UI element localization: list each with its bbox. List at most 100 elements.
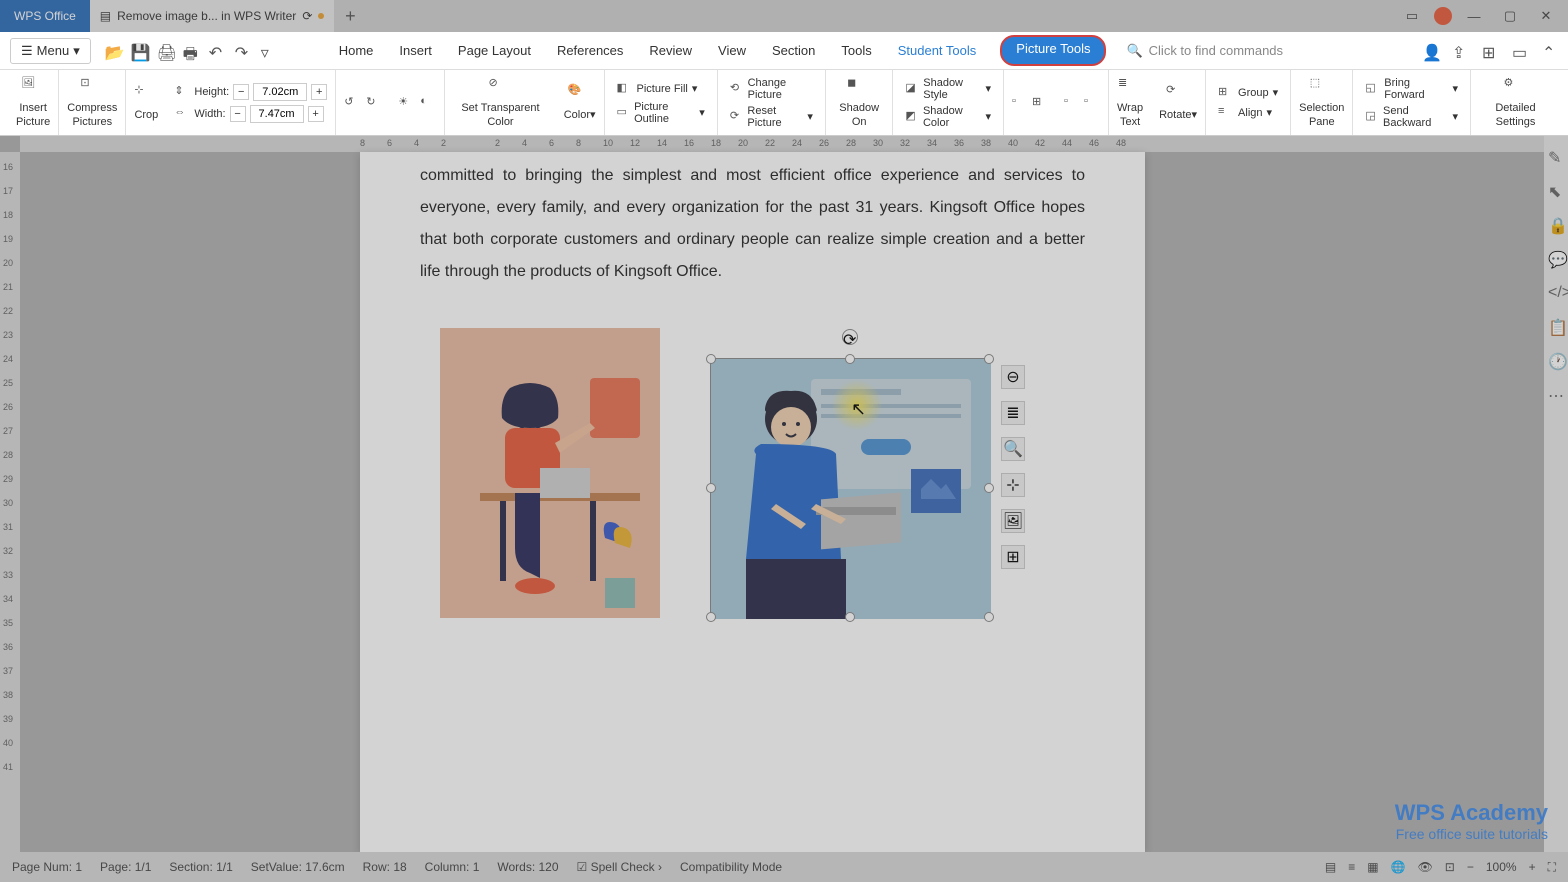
float-tool-more[interactable]: ⊞ — [1001, 545, 1025, 569]
width-decrease[interactable]: − — [230, 106, 246, 122]
nudge-right-icon[interactable]: ▫ — [1084, 95, 1100, 111]
account-icon[interactable]: 👤 — [1422, 43, 1438, 59]
tab-view[interactable]: View — [716, 35, 748, 66]
nudge-up-icon[interactable]: ▫ — [1012, 95, 1028, 111]
width-input[interactable] — [250, 105, 304, 123]
sidebar-lock-icon[interactable]: 🔒 — [1548, 216, 1564, 232]
status-compat-mode[interactable]: Compatibility Mode — [680, 860, 782, 874]
rotate-button[interactable]: ⟳ Rotate▾ — [1151, 70, 1206, 135]
status-section[interactable]: Section: 1/1 — [169, 860, 232, 874]
sidebar-select-icon[interactable]: ⬉ — [1548, 182, 1564, 198]
send-backward-button[interactable]: ◲Send Backward▾ — [1361, 103, 1462, 131]
tab-references[interactable]: References — [555, 35, 625, 66]
tab-tools[interactable]: Tools — [839, 35, 873, 66]
print-icon[interactable]: 🖨 — [157, 43, 173, 59]
reset-picture-button[interactable]: ⟳Reset Picture▾ — [726, 103, 817, 131]
rotate-right-icon[interactable]: ↻ — [366, 95, 382, 111]
resize-handle-n[interactable] — [845, 354, 855, 364]
close-button[interactable]: ✕ — [1532, 8, 1560, 24]
picture-outline-button[interactable]: ▭Picture Outline▾ — [613, 99, 709, 127]
insert-picture-button[interactable]: 🖼 Insert Picture — [8, 70, 59, 135]
vertical-ruler[interactable]: 1617181920212223242526272829303132333435… — [0, 152, 20, 852]
tab-picture-tools[interactable]: Picture Tools — [1000, 35, 1106, 66]
document-tab[interactable]: ▤ Remove image b... in WPS Writer ⟳ — [90, 0, 335, 32]
minimize-button[interactable]: — — [1460, 9, 1488, 24]
zoom-out-button[interactable]: − — [1467, 860, 1474, 874]
resize-handle-sw[interactable] — [706, 612, 716, 622]
status-words[interactable]: Words: 120 — [497, 860, 558, 874]
view-eye-icon[interactable]: 👁 — [1418, 860, 1433, 874]
shadow-on-button[interactable]: ◼ Shadow On — [826, 70, 893, 135]
selection-pane-button[interactable]: ⬚ Selection Pane — [1291, 70, 1353, 135]
status-row[interactable]: Row: 18 — [363, 860, 407, 874]
view-outline-icon[interactable]: ≡ — [1348, 860, 1355, 874]
zoom-fit-icon[interactable]: ⊡ — [1445, 860, 1455, 874]
document-page[interactable]: committed to bringing the simplest and m… — [360, 152, 1145, 852]
float-tool-close[interactable]: ⊖ — [1001, 365, 1025, 389]
wrap-text-button[interactable]: ≣ Wrap Text — [1109, 70, 1151, 135]
horizontal-ruler[interactable]: 8642246810121416182022242628303234363840… — [20, 136, 1544, 152]
paragraph-text[interactable]: committed to bringing the simplest and m… — [420, 152, 1085, 288]
menu-button[interactable]: ☰ Menu ▾ — [10, 38, 91, 64]
contrast-icon[interactable]: ◐ — [420, 95, 436, 111]
float-tool-crop[interactable]: ⊹ — [1001, 473, 1025, 497]
sidebar-edit-icon[interactable]: ✎ — [1548, 148, 1564, 164]
tab-section[interactable]: Section — [770, 35, 817, 66]
float-tool-replace[interactable]: 🖼 — [1001, 509, 1025, 533]
rotate-handle[interactable]: ⟳ — [842, 329, 858, 345]
sidebar-comment-icon[interactable]: 💬 — [1548, 250, 1564, 266]
height-input[interactable] — [253, 83, 307, 101]
save-icon[interactable]: 💾 — [131, 43, 147, 59]
print-preview-icon[interactable]: 🖶 — [183, 43, 199, 59]
zoom-in-button[interactable]: + — [1529, 860, 1536, 874]
collapse-ribbon-icon[interactable]: ⌃ — [1542, 43, 1558, 59]
brightness-icon[interactable]: ☀ — [398, 95, 414, 111]
group-button[interactable]: ⊞Group▾ — [1214, 83, 1282, 103]
sidebar-history-icon[interactable]: 🕐 — [1548, 352, 1564, 368]
tab-home[interactable]: Home — [337, 35, 376, 66]
window-theme-icon[interactable]: ▭ — [1398, 8, 1426, 24]
sidebar-more-icon[interactable]: ⋯ — [1548, 386, 1564, 402]
zoom-level[interactable]: 100% — [1486, 860, 1517, 874]
status-setvalue[interactable]: SetValue: 17.6cm — [251, 860, 345, 874]
zoom-fullscreen-icon[interactable]: ⛶ — [1548, 860, 1556, 875]
open-icon[interactable]: 📂 — [105, 43, 121, 59]
shadow-color-button[interactable]: ◩Shadow Color▾ — [901, 103, 995, 131]
resize-handle-s[interactable] — [845, 612, 855, 622]
view-web-icon[interactable]: ▦ — [1367, 860, 1378, 874]
view-print-icon[interactable]: ▤ — [1325, 860, 1336, 874]
resize-handle-se[interactable] — [984, 612, 994, 622]
nudge-down-icon[interactable]: ▫ — [1064, 95, 1080, 111]
undo-icon[interactable]: ↶ — [209, 43, 225, 59]
maximize-button[interactable]: ▢ — [1496, 8, 1524, 24]
resize-handle-w[interactable] — [706, 483, 716, 493]
tab-page-layout[interactable]: Page Layout — [456, 35, 533, 66]
change-picture-button[interactable]: ⟲Change Picture — [726, 75, 817, 103]
crop-button[interactable]: ⊹ Crop — [126, 70, 166, 135]
color-button[interactable]: 🎨 Color▾ — [556, 70, 605, 135]
tab-review[interactable]: Review — [647, 35, 694, 66]
resize-handle-e[interactable] — [984, 483, 994, 493]
width-increase[interactable]: + — [308, 106, 324, 122]
float-tool-zoom[interactable]: 🔍 — [1001, 437, 1025, 461]
qat-more-icon[interactable]: ▿ — [261, 43, 277, 59]
resize-handle-ne[interactable] — [984, 354, 994, 364]
feedback-icon[interactable]: ⊞ — [1482, 43, 1498, 59]
float-tool-layout[interactable]: ≣ — [1001, 401, 1025, 425]
image-man-laptop-selected[interactable]: ⟳ ⊖ ≣ 🔍 ⊹ 🖼 ⊞ ↖ — [710, 358, 990, 618]
detailed-settings-button[interactable]: ⚙ Detailed Settings — [1471, 70, 1560, 135]
sidebar-code-icon[interactable]: </> — [1548, 284, 1564, 300]
picture-fill-button[interactable]: ◧Picture Fill▾ — [613, 79, 702, 99]
status-page-num[interactable]: Page Num: 1 — [12, 860, 82, 874]
nudge-grid-icon[interactable]: ⊞ — [1032, 95, 1048, 111]
transparent-color-button[interactable]: ⊘ Set Transparent Color — [445, 70, 555, 135]
redo-icon[interactable]: ↷ — [235, 43, 251, 59]
window-mode-icon[interactable]: ▭ — [1512, 43, 1528, 59]
status-page[interactable]: Page: 1/1 — [100, 860, 151, 874]
height-decrease[interactable]: − — [233, 84, 249, 100]
view-globe-icon[interactable]: 🌐 — [1391, 860, 1406, 874]
search-box[interactable]: 🔍 Click to find commands — [1126, 43, 1283, 59]
share-icon[interactable]: ⇪ — [1452, 43, 1468, 59]
compress-pictures-button[interactable]: ⊡ Compress Pictures — [59, 70, 126, 135]
align-button[interactable]: ≡Align▾ — [1214, 103, 1276, 123]
